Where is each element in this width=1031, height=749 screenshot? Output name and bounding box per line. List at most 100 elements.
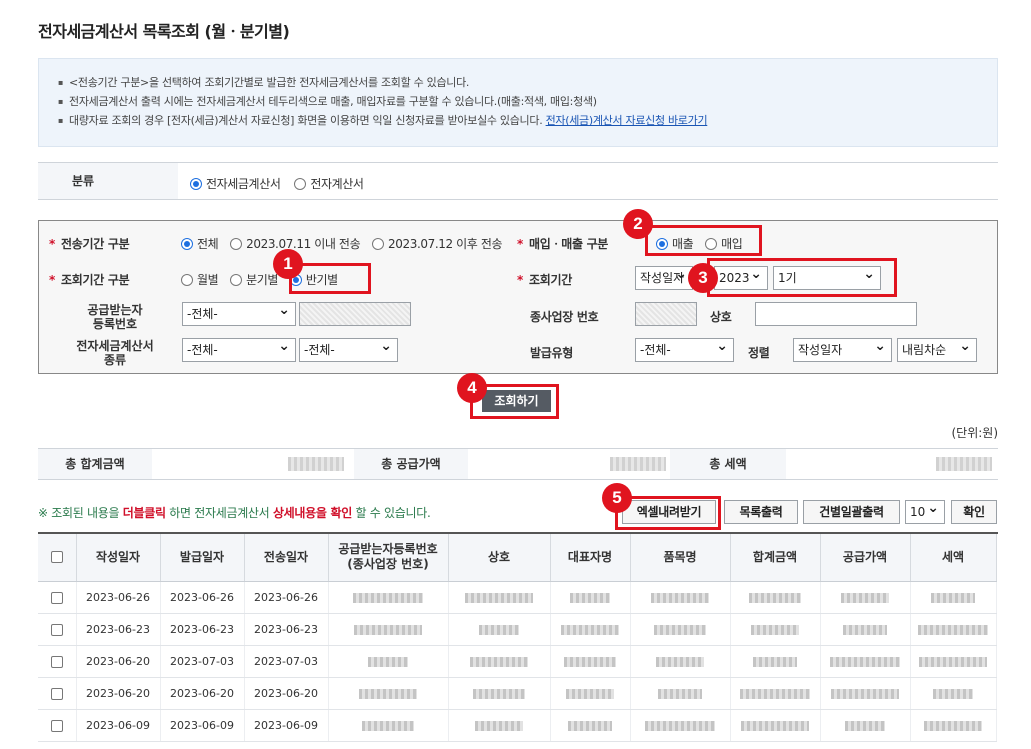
radio-dot [372,237,385,250]
table-row[interactable]: 2023-06-20 2023-07-03 2023-07-03 [38,645,997,678]
radio-send-before[interactable]: 2023.07.11 이내 전송 [230,235,361,252]
table-header-row: 작성일자 발급일자 전송일자 공급받는자등록번호 (종사업장 번호) 상호 대표… [38,534,997,582]
row-checkbox[interactable] [50,623,63,636]
branch-input [635,302,697,326]
date-cell: 2023-06-09 [244,709,329,742]
masked-cell [448,677,551,710]
invoice-kind-select-1[interactable]: -전체- [182,335,296,362]
masked-cell [630,677,731,710]
masked-cell [820,645,911,678]
radio-quarterly[interactable]: 분기별 [230,271,278,288]
date-basis-select[interactable]: 작성일자 [635,263,693,290]
total-amount-label: 총 합계금액 [38,449,152,479]
sort-order-select[interactable]: 내림차순 [897,335,977,362]
query-period-label: * 조회기간 구분 [49,273,130,287]
radio-e-tax-invoice[interactable]: 전자세금계산서 [190,175,281,192]
select-value: -전체- [187,343,218,357]
masked-value [918,624,988,635]
masked-value [479,624,519,635]
radio-dot [181,273,193,286]
date-cell: 2023-06-09 [160,709,245,742]
masked-value [740,688,810,699]
select-value: 작성일자 [640,271,685,285]
col-issue-date[interactable]: 발급일자 [160,534,245,582]
radio-e-invoice[interactable]: 전자계산서 [294,175,364,192]
masked-value [654,624,706,635]
sort-label: 정렬 [748,346,770,360]
date-cell: 2023-06-26 [160,581,245,614]
masked-cell [550,613,631,646]
table-row[interactable]: 2023-06-23 2023-06-23 2023-06-23 [38,613,997,646]
highlight-box-3 [707,258,897,297]
radio-dot [230,273,243,286]
masked-cell [448,581,551,614]
masked-value [568,720,612,731]
issue-type-select[interactable]: -전체- [635,335,734,362]
masked-cell [328,613,449,646]
masked-value [564,656,616,667]
col-buyer-reg[interactable]: 공급받는자등록번호 (종사업장 번호) [328,534,449,582]
masked-cell [910,677,997,710]
masked-value [465,592,533,603]
classification-label: 분류 [38,163,178,199]
table-row[interactable]: 2023-06-26 2023-06-26 2023-06-26 [38,581,997,614]
radio-label: 2023.07.12 이후 전송 [388,237,503,251]
col-write-date[interactable]: 작성일자 [76,534,161,582]
data-request-link[interactable]: 전자(세금)계산서 자료신청 바로가기 [546,114,708,127]
masked-cell [630,645,731,678]
date-cell: 2023-06-23 [160,613,245,646]
trade-type-label: * 매입ㆍ매출 구분 [517,237,609,251]
masked-value [656,656,704,667]
masked-value [830,656,900,667]
bulk-print-button[interactable]: 건별일괄출력 [803,500,900,524]
col-item[interactable]: 품목명 [630,534,731,582]
date-cell: 2023-06-20 [76,645,161,678]
search-box: * 전송기간 구분 전체 2023.07.11 이내 전송 2023.07.12 … [38,220,998,374]
col-total[interactable]: 합계금액 [730,534,821,582]
masked-cell [910,581,997,614]
masked-value [931,592,975,603]
select-value: 10 [910,505,926,519]
masked-cell [630,709,731,742]
col-company[interactable]: 상호 [448,534,551,582]
row-checkbox[interactable] [50,655,63,668]
select-value: -전체- [640,343,671,357]
table-row[interactable]: 2023-06-09 2023-06-09 2023-06-09 [38,709,997,742]
table-row[interactable]: 2023-06-20 2023-06-20 2023-06-20 [38,677,997,710]
notice-line-3-text: 대량자료 조회의 경우 [전자(세금)계산서 자료신청] 화면을 이용하면 익일… [69,114,546,127]
masked-value [741,720,809,731]
radio-label: 전자계산서 [310,177,364,191]
row-checkbox[interactable] [50,591,63,604]
invoice-table: 작성일자 발급일자 전송일자 공급받는자등록번호 (종사업장 번호) 상호 대표… [38,532,998,742]
confirm-button[interactable]: 확인 [951,500,997,524]
buyer-reg-label: 공급받는자 등록번호 [87,303,143,331]
buyer-reg-select[interactable]: -전체- [182,299,296,326]
col-representative[interactable]: 대표자명 [550,534,631,582]
date-cell: 2023-07-03 [160,645,245,678]
print-list-button[interactable]: 목록출력 [724,500,798,524]
send-period-label: * 전송기간 구분 [49,237,130,251]
radio-send-all[interactable]: 전체 [181,235,219,252]
masked-value [362,720,414,731]
company-input[interactable] [755,302,917,326]
step-badge-2: 2 [623,209,653,239]
page-size-select[interactable]: 10 [905,497,945,524]
row-checkbox[interactable] [50,687,63,700]
select-value: 내림차순 [902,343,947,357]
sort-field-select[interactable]: 작성일자 [793,335,892,362]
invoice-kind-select-2[interactable]: -전체- [299,335,398,362]
classification-row: 분류 전자세금계산서 전자계산서 [38,162,998,200]
step-badge-4: 4 [457,373,487,403]
masked-value [658,688,702,699]
row-checkbox[interactable] [50,719,63,732]
select-all-checkbox[interactable] [50,551,63,564]
date-cell: 2023-06-26 [244,581,329,614]
col-send-date[interactable]: 전송일자 [244,534,329,582]
radio-monthly[interactable]: 월별 [181,271,219,288]
row-checkbox-cell [38,677,77,710]
notice-line-1: <전송기간 구분>을 선택하여 조회기간별로 발급한 전자세금계산서를 조회할 … [58,73,997,92]
masked-cell [550,709,631,742]
radio-send-after[interactable]: 2023.07.12 이후 전송 [372,235,503,252]
col-tax[interactable]: 세액 [910,534,997,582]
col-supply[interactable]: 공급가액 [820,534,911,582]
